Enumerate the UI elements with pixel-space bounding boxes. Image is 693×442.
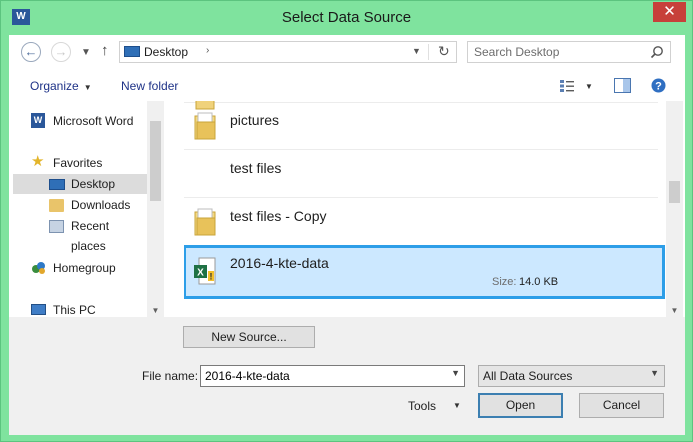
address-bar[interactable]: Desktop › ▼ ↻ xyxy=(119,41,457,63)
new-folder-button[interactable]: New folder xyxy=(121,79,178,93)
organize-menu[interactable]: Organize ▼ xyxy=(30,79,92,93)
svg-text:!: ! xyxy=(210,272,213,282)
downloads-folder-icon xyxy=(49,199,64,212)
star-icon: ★ xyxy=(31,153,45,170)
recent-places-icon xyxy=(49,220,64,233)
file-list-scrollbar[interactable]: ▼ xyxy=(666,101,683,317)
view-options-icon[interactable] xyxy=(559,79,575,93)
nav-item-homegroup[interactable]: Homegroup xyxy=(13,258,147,278)
file-name: 2016-4-kte-data xyxy=(230,255,329,271)
computer-icon xyxy=(31,304,46,315)
list-item-selected[interactable]: X ! 2016-4-kte-data Size: 14.0 KB xyxy=(184,245,665,299)
word-icon: W xyxy=(31,113,45,128)
dialog-body: ← → ▼ ↑ Desktop › ▼ ↻ Organize ▼ New fold… xyxy=(9,35,685,435)
file-size-value: 14.0 KB xyxy=(519,276,559,288)
tools-menu[interactable]: Tools xyxy=(408,399,436,413)
file-name: test files xyxy=(230,160,282,176)
nav-scroll-thumb[interactable] xyxy=(150,121,161,201)
breadcrumb-chevron-icon[interactable]: › xyxy=(206,45,209,56)
file-list: pictures test files test files - Copy X xyxy=(184,101,684,317)
file-type-dropdown-icon: ▼ xyxy=(650,368,659,378)
search-icon[interactable] xyxy=(650,45,664,59)
preview-pane-icon[interactable] xyxy=(614,78,631,93)
svg-text:X: X xyxy=(197,268,204,279)
desktop-icon xyxy=(49,179,65,190)
nav-item-label: Desktop xyxy=(71,177,116,191)
refresh-icon[interactable]: ↻ xyxy=(438,43,450,60)
dialog-window: W Select Data Source ✕ ← → ▼ ↑ Desktop ›… xyxy=(0,0,693,442)
title-bar[interactable]: W Select Data Source ✕ xyxy=(1,1,692,35)
view-dropdown-icon[interactable]: ▼ xyxy=(585,82,593,91)
nav-item-this-pc[interactable]: This PC xyxy=(13,300,147,317)
address-dropdown-icon[interactable]: ▼ xyxy=(412,46,421,56)
nav-item-label: Microsoft Word xyxy=(53,114,134,128)
file-name-label: File name: xyxy=(142,369,199,383)
recent-locations-chevron-icon[interactable]: ▼ xyxy=(81,47,91,58)
help-icon[interactable]: ? xyxy=(651,78,666,93)
navigation-pane: W Microsoft Word ★ Favorites Desktop Dow… xyxy=(9,101,164,317)
list-item[interactable]: test files - Copy xyxy=(184,198,658,246)
tools-dropdown-icon[interactable]: ▼ xyxy=(453,401,461,410)
organize-dropdown-icon: ▼ xyxy=(83,83,92,92)
nav-item-label: Recent places xyxy=(71,219,110,253)
scroll-down-arrow-icon[interactable]: ▼ xyxy=(666,306,683,315)
file-size-label: Size: xyxy=(492,276,517,288)
address-location[interactable]: Desktop xyxy=(144,45,188,59)
back-button[interactable]: ← xyxy=(21,42,41,62)
new-source-button[interactable]: New Source... xyxy=(183,326,315,348)
nav-item-label: Downloads xyxy=(71,198,131,212)
file-name-dropdown-icon[interactable]: ▼ xyxy=(451,368,460,378)
folder-icon xyxy=(194,112,216,140)
nav-item-favorites[interactable]: ★ Favorites xyxy=(13,153,147,173)
file-type-select[interactable]: All Data Sources ▼ xyxy=(478,365,665,387)
nav-item-label: This PC xyxy=(53,303,96,317)
cancel-button[interactable]: Cancel xyxy=(579,393,664,418)
excel-file-icon: X ! xyxy=(194,257,216,285)
forward-button[interactable]: → xyxy=(51,42,71,62)
organize-label: Organize xyxy=(30,79,79,93)
file-type-value: All Data Sources xyxy=(483,369,573,383)
svg-text:?: ? xyxy=(655,81,662,93)
scroll-down-arrow-icon[interactable]: ▼ xyxy=(147,306,164,315)
nav-item-microsoft-word[interactable]: W Microsoft Word xyxy=(13,111,147,131)
nav-item-label: Favorites xyxy=(53,156,103,170)
folder-icon xyxy=(194,208,216,236)
search-box[interactable] xyxy=(467,41,671,63)
nav-item-label: Homegroup xyxy=(53,261,116,275)
nav-pane-scrollbar[interactable]: ▼ xyxy=(147,101,164,317)
file-name: test files - Copy xyxy=(230,208,327,224)
file-scroll-thumb[interactable] xyxy=(669,181,680,203)
file-name-input[interactable] xyxy=(205,369,445,383)
search-input[interactable] xyxy=(474,45,644,59)
nav-item-desktop[interactable]: Desktop xyxy=(13,174,147,194)
list-item[interactable]: pictures xyxy=(184,102,658,150)
nav-item-downloads[interactable]: Downloads xyxy=(13,195,147,215)
close-button[interactable]: ✕ xyxy=(653,2,686,22)
homegroup-icon xyxy=(31,260,47,274)
up-arrow-icon[interactable]: ↑ xyxy=(101,42,109,59)
partial-row[interactable] xyxy=(184,302,658,317)
list-item[interactable]: test files xyxy=(184,150,658,198)
dialog-title: Select Data Source xyxy=(281,9,412,26)
address-divider xyxy=(428,44,429,60)
file-name-field[interactable]: ▼ xyxy=(200,365,465,387)
nav-item-recent-places[interactable]: Recent places xyxy=(13,216,147,253)
file-name: pictures xyxy=(230,112,280,128)
desktop-icon xyxy=(124,46,140,57)
open-button[interactable]: Open xyxy=(478,393,563,418)
